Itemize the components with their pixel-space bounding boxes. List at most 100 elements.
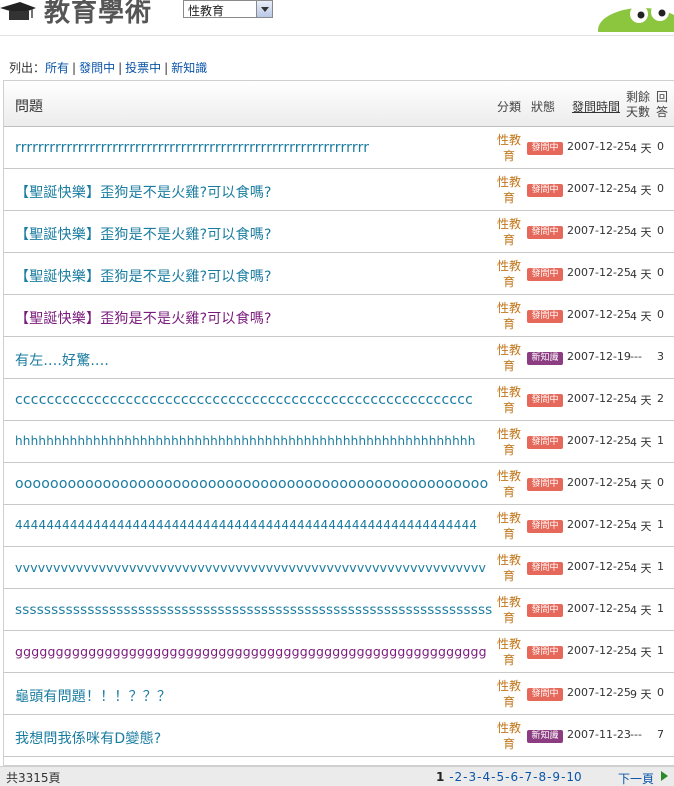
question-title-link[interactable]: 【聖誕快樂】歪狗是不是火雞?可以食嗎? (15, 266, 272, 286)
filter-bar: 列出：所有 | 發問中 | 投票中 | 新知識 (9, 59, 207, 76)
mascot-icon (598, 3, 674, 32)
question-title-link[interactable]: 我想問我係咪有D變態? (15, 728, 161, 748)
question-title-link[interactable]: 有左....好驚.... (15, 350, 109, 370)
question-title-link[interactable]: vvvvvvvvvvvvvvvvvvvvvvvvvvvvvvvvvvvvvvvv… (15, 560, 486, 575)
question-title-link[interactable]: cccccccccccccccccccccccccccccccccccccccc… (15, 392, 473, 408)
question-title-link[interactable]: 【聖誕快樂】歪狗是不是火雞?可以食嗎? (15, 224, 272, 244)
status-badge: 發問中 (527, 520, 563, 533)
page-link[interactable]: 8 (538, 770, 546, 784)
table-row: 我想問我係咪有D變態? 性教育新知識 2007-11-23 --- 7 (4, 715, 674, 757)
filter-knowledge-link[interactable]: 新知識 (171, 61, 207, 75)
table-row: 有左....好驚.... 性教育新知識 2007-12-19 --- 3 (4, 337, 674, 379)
page-link[interactable]: 2 (455, 770, 463, 784)
question-category[interactable]: 性教育 (496, 300, 522, 332)
site-header: 教育學術 性教育 (0, 0, 674, 36)
total-pages: 共3315頁 (6, 771, 61, 785)
status-badge: 發問中 (527, 310, 563, 323)
question-date: 2007-12-25 (567, 560, 631, 573)
page-link[interactable]: 4 (483, 770, 491, 784)
status-badge: 發問中 (527, 688, 563, 701)
question-title-link[interactable]: gggggggggggggggggggggggggggggggggggggggg… (15, 644, 487, 659)
table-header: 問題 分類 狀態 發問時間 剩餘天數 回答 (4, 81, 674, 127)
answer-count: 0 (657, 224, 664, 237)
status-badge: 發問中 (527, 142, 563, 155)
table-row: rrrrrrrrrrrrrrrrrrrrrrrrrrrrrrrrrrrrrrrr… (4, 127, 674, 169)
days-left: 4 天 (630, 436, 652, 449)
question-date: 2007-12-25 (567, 686, 631, 699)
days-left: 4 天 (630, 520, 652, 533)
question-title-link[interactable]: 龜頭有問題！！！？？？ (15, 686, 171, 706)
play-arrow-icon[interactable] (661, 771, 668, 781)
header-status: 狀態 (531, 100, 556, 114)
header-time-sort[interactable]: 發問時間 (572, 98, 620, 115)
category-select-value: 性教育 (188, 4, 225, 18)
question-date: 2007-12-25 (567, 182, 631, 195)
answer-count: 0 (657, 140, 664, 153)
days-left: --- (630, 728, 642, 741)
status-badge: 發問中 (527, 562, 563, 575)
days-left: --- (630, 350, 642, 363)
header-answers: 回答 (655, 90, 668, 119)
question-title-link[interactable]: rrrrrrrrrrrrrrrrrrrrrrrrrrrrrrrrrrrrrrrr… (15, 140, 369, 156)
question-category[interactable]: 性教育 (496, 720, 522, 752)
question-category[interactable]: 性教育 (496, 258, 522, 290)
header-days-left: 剩餘天數 (626, 90, 651, 119)
chevron-down-icon[interactable] (256, 1, 272, 17)
question-date: 2007-12-25 (567, 392, 631, 405)
question-title-link[interactable]: ssssssssssssssssssssssssssssssssssssssss… (15, 602, 492, 618)
question-date: 2007-12-25 (567, 224, 631, 237)
question-date: 2007-12-25 (567, 308, 631, 321)
page-link[interactable]: 6 (510, 770, 518, 784)
answer-count: 1 (657, 518, 664, 531)
page-link[interactable]: 5 (496, 770, 504, 784)
question-category[interactable]: 性教育 (496, 384, 522, 416)
question-date: 2007-12-25 (567, 266, 631, 279)
question-date: 2007-12-25 (567, 476, 631, 489)
question-title-link[interactable]: hhhhhhhhhhhhhhhhhhhhhhhhhhhhhhhhhhhhhhhh… (15, 434, 476, 448)
question-category[interactable]: 性教育 (496, 468, 522, 500)
question-category[interactable]: 性教育 (496, 678, 522, 710)
header-category: 分類 (497, 100, 522, 114)
filter-asking-link[interactable]: 發問中 (79, 61, 115, 75)
status-badge: 發問中 (527, 184, 563, 197)
page-link[interactable]: 10 (566, 770, 581, 784)
question-title-link[interactable]: 4444444444444444444444444444444444444444… (15, 518, 477, 532)
question-date: 2007-12-19 (567, 350, 631, 363)
days-left: 9 天 (630, 688, 652, 701)
filter-voting-link[interactable]: 投票中 (125, 61, 161, 75)
status-badge: 發問中 (527, 226, 563, 239)
site-title[interactable]: 教育學術 (44, 0, 152, 29)
filter-all-link[interactable]: 所有 (45, 61, 69, 75)
table-row: 【聖誕快樂】歪狗是不是火雞?可以食嗎? 性教育發問中 2007-12-25 4 天 0 (4, 253, 674, 295)
table-row: 【聖誕快樂】歪狗是不是火雞?可以食嗎? 性教育發問中 2007-12-25 4 天 0 (4, 211, 674, 253)
question-category[interactable]: 性教育 (496, 174, 522, 206)
question-category[interactable]: 性教育 (496, 594, 522, 626)
question-title-link[interactable]: oooooooooooooooooooooooooooooooooooooooo… (15, 476, 488, 492)
answer-count: 0 (657, 476, 664, 489)
question-category[interactable]: 性教育 (496, 342, 522, 374)
status-badge: 發問中 (527, 436, 563, 449)
question-category[interactable]: 性教育 (496, 552, 522, 584)
answer-count: 2 (657, 392, 664, 405)
question-category[interactable]: 性教育 (496, 132, 522, 164)
question-title-link[interactable]: 【聖誕快樂】歪狗是不是火雞?可以食嗎? (15, 182, 272, 202)
answer-count: 0 (657, 266, 664, 279)
filter-separator: | (118, 61, 123, 75)
days-left: 4 天 (630, 226, 652, 239)
page-link[interactable]: 3 (469, 770, 477, 784)
question-category[interactable]: 性教育 (496, 636, 522, 668)
table-row: cccccccccccccccccccccccccccccccccccccccc… (4, 379, 674, 421)
table-body: rrrrrrrrrrrrrrrrrrrrrrrrrrrrrrrrrrrrrrrr… (4, 127, 674, 757)
graduation-cap-icon (0, 2, 36, 20)
next-page-link[interactable]: 下一頁 (618, 770, 654, 786)
question-title-link[interactable]: 【聖誕快樂】歪狗是不是火雞?可以食嗎? (15, 308, 272, 328)
category-select[interactable]: 性教育 (183, 0, 273, 18)
status-badge: 發問中 (527, 646, 563, 659)
header-question: 問題 (15, 99, 43, 115)
page-separator: - (477, 770, 482, 784)
page-link[interactable]: 7 (524, 770, 532, 784)
question-category[interactable]: 性教育 (496, 426, 522, 458)
page-link[interactable]: 9 (552, 770, 560, 784)
question-category[interactable]: 性教育 (496, 216, 522, 248)
question-category[interactable]: 性教育 (496, 510, 522, 542)
